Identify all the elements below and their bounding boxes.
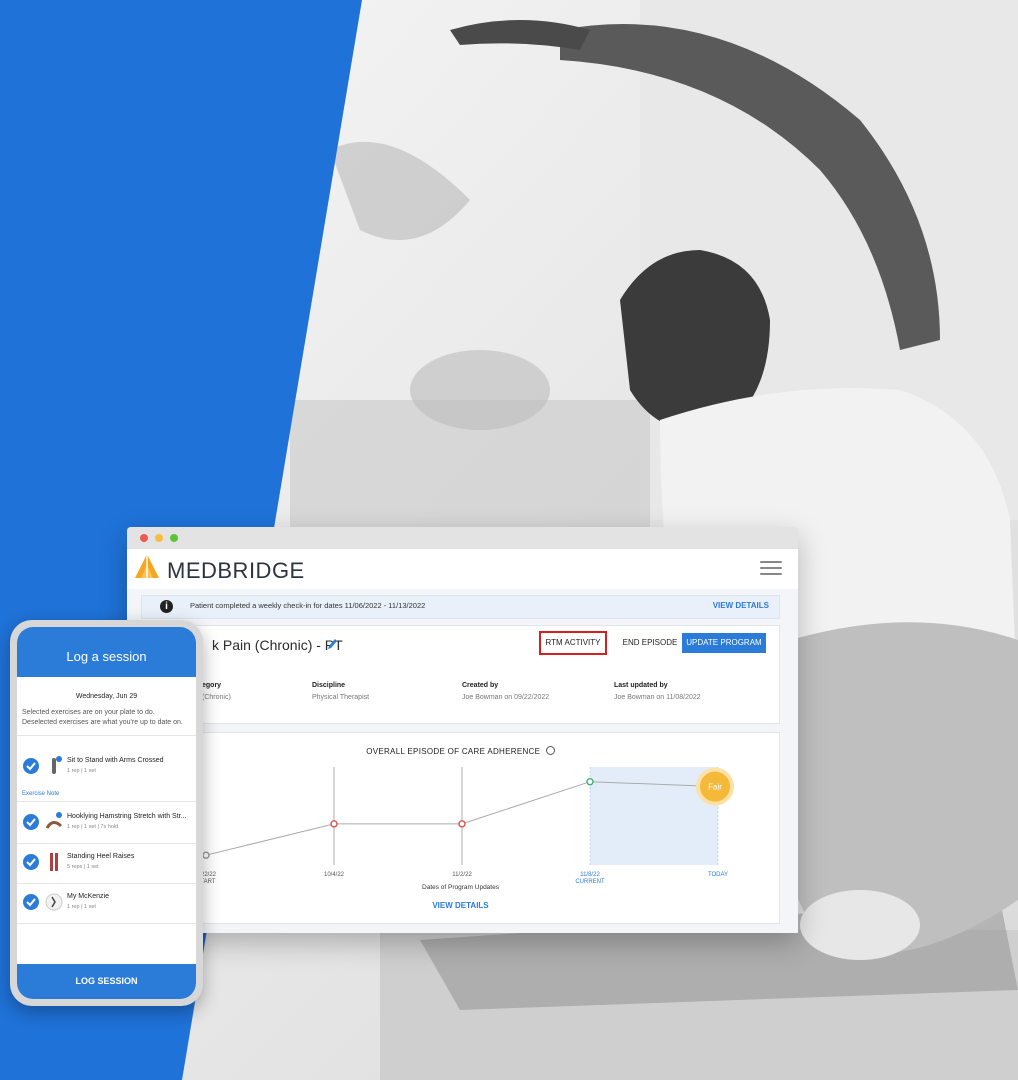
divider (17, 843, 196, 844)
chart-tick-label: 11/2/22 (452, 872, 472, 878)
meta-created-by-value: Joe Bowman on 09/22/2022 (462, 694, 550, 701)
divider (17, 883, 196, 884)
meta-last-updated: Last updated by Joe Bowman on 11/08/2022 (614, 682, 701, 701)
exercise-note-link[interactable]: Exercise Note (22, 791, 59, 797)
exercise-thumbnail (45, 812, 63, 832)
phone-screen: Log a session Wednesday, Jun 29 Selected… (17, 627, 196, 999)
update-program-button[interactable]: UPDATE PROGRAM (682, 633, 766, 653)
maximize-dot-icon[interactable] (170, 534, 178, 542)
adherence-point[interactable] (586, 778, 594, 786)
log-session-button[interactable]: LOG SESSION (17, 964, 196, 999)
phone-header-title: Log a session (17, 627, 196, 677)
edit-pencil-icon[interactable] (326, 637, 338, 651)
notice-view-details-link[interactable]: VIEW DETAILS (713, 601, 769, 610)
chart-tick-label: 11/8/22 (580, 872, 600, 878)
exercise-thumbnail (45, 892, 63, 912)
checkmark-icon[interactable] (23, 854, 39, 870)
exercise-thumbnail (45, 852, 63, 872)
meta-discipline-value: Physical Therapist (312, 694, 370, 701)
episode-title: k Pain (Chronic) - PT (212, 637, 343, 653)
info-icon: i (160, 600, 173, 613)
end-episode-button[interactable]: END EPISODE (620, 633, 680, 653)
checkin-notice: i Patient completed a weekly check-in fo… (141, 595, 780, 619)
session-date: Wednesday, Jun 29 (75, 693, 138, 700)
adherence-chart: Fair (202, 767, 734, 865)
exercise-detail: 5 reps | 1 set (67, 864, 99, 870)
adherence-point[interactable] (202, 851, 210, 859)
meta-discipline-label: Discipline (312, 682, 346, 689)
exercise-name: Standing Heel Raises (67, 853, 135, 860)
chart-tick-label: 10/4/22 (323, 872, 345, 878)
adherence-view-details-link[interactable]: VIEW DETAILS (142, 901, 779, 910)
meta-last-updated-label: Last updated by (614, 682, 668, 689)
phone-device: Log a session Wednesday, Jun 29 Selected… (10, 620, 203, 1006)
divider (17, 801, 196, 802)
desktop-browser-window: MEDBRIDGE i Patient completed a weekly c… (127, 527, 798, 933)
meta-category-value: (Chronic) (202, 694, 231, 701)
medbridge-logo-icon (135, 554, 159, 578)
notice-text: Patient completed a weekly check-in for … (190, 601, 426, 610)
exercise-name: My McKenzie (67, 893, 110, 900)
brand-name: MEDBRIDGE (167, 558, 305, 583)
window-titlebar (127, 527, 798, 549)
close-dot-icon[interactable] (140, 534, 148, 542)
exercise-name: Hooklying Hamstring Stretch with Str... (67, 813, 187, 820)
minimize-dot-icon[interactable] (155, 534, 163, 542)
divider (17, 923, 196, 924)
chart-x-axis-label: Dates of Program Updates (422, 884, 499, 891)
session-description: Selected exercises are on your plate to … (22, 709, 183, 726)
adherence-point[interactable] (458, 820, 466, 828)
meta-created-by: Created by Joe Bowman on 09/22/2022 (462, 682, 549, 701)
menu-icon[interactable] (760, 561, 782, 575)
exercise-thumbnail (45, 756, 63, 776)
exercise-item[interactable]: Sit to Stand with Arms Crossed 1 rep | 1… (17, 751, 196, 781)
checkmark-icon[interactable] (23, 894, 39, 910)
exercise-detail: 1 rep | 1 set (67, 904, 96, 910)
meta-category: egory (Chronic) (202, 682, 231, 701)
app-header: MEDBRIDGE (127, 549, 798, 589)
rtm-activity-button[interactable]: RTM ACTIVITY (539, 631, 607, 655)
meta-category-label: egory (202, 682, 222, 689)
exercise-name: Sit to Stand with Arms Crossed (67, 757, 164, 764)
meta-last-updated-value: Joe Bowman on 11/08/2022 (614, 694, 701, 701)
meta-discipline: Discipline Physical Therapist (312, 682, 369, 701)
fair-badge-label: Fair (708, 783, 722, 792)
adherence-card: OVERALL EPISODE OF CARE ADHERENCE Fair 9… (141, 732, 780, 924)
exercise-detail: 1 rep | 1 set | 7s hold (67, 824, 119, 830)
divider (17, 735, 196, 736)
checkmark-icon[interactable] (23, 758, 39, 774)
episode-card: k Pain (Chronic) - PT RTM ACTIVITY END E… (141, 625, 780, 724)
meta-created-by-label: Created by (462, 682, 499, 689)
adherence-point[interactable] (330, 820, 338, 828)
exercise-detail: 1 rep | 1 set (67, 768, 96, 774)
exercise-item[interactable]: Standing Heel Raises 5 reps | 1 set (17, 847, 196, 877)
checkmark-icon[interactable] (23, 814, 39, 830)
chart-tick-label: TODAY (707, 872, 729, 878)
exercise-item[interactable]: Hooklying Hamstring Stretch with Str... … (17, 807, 196, 837)
exercise-item[interactable]: My McKenzie 1 rep | 1 set (17, 887, 196, 917)
